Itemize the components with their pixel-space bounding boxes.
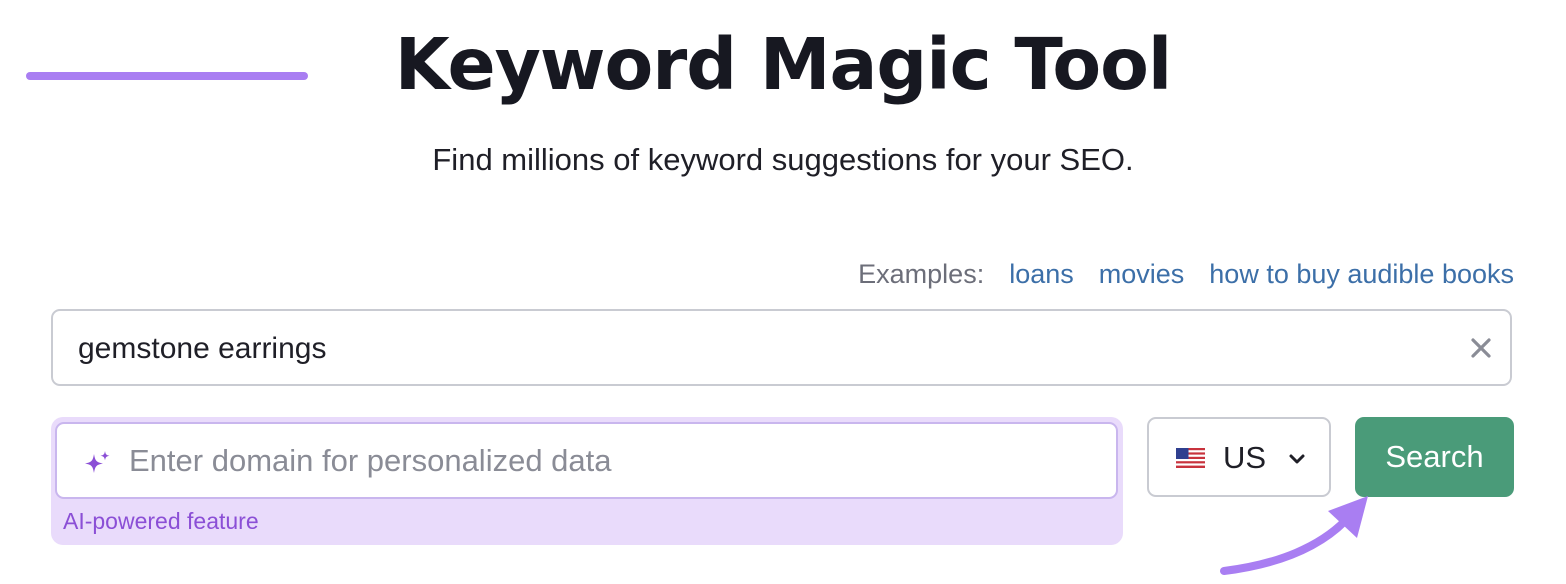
page-subtitle: Find millions of keyword suggestions for…: [432, 142, 1134, 177]
country-label: US: [1223, 440, 1267, 475]
chevron-down-icon: [1289, 454, 1305, 464]
close-icon[interactable]: [1466, 333, 1496, 363]
example-link-audible-books[interactable]: how to buy audible books: [1209, 259, 1514, 290]
keyword-highlight-underline: [26, 72, 308, 80]
ai-domain-panel: AI-powered feature: [51, 417, 1123, 545]
page-title: Keyword Magic Tool: [394, 23, 1173, 106]
domain-input[interactable]: [129, 440, 1099, 482]
example-link-movies[interactable]: movies: [1099, 259, 1185, 290]
keyword-input[interactable]: gemstone earrings: [51, 309, 1512, 386]
us-flag-icon: [1176, 448, 1205, 468]
examples-row: Examples: loans movies how to buy audibl…: [858, 255, 1514, 293]
keyword-magic-tool-page: Keyword Magic Tool Find millions of keyw…: [0, 0, 1566, 584]
keyword-input-value[interactable]: gemstone earrings: [78, 331, 326, 367]
examples-label: Examples:: [858, 258, 985, 289]
ai-powered-caption: AI-powered feature: [63, 508, 259, 534]
domain-field[interactable]: [55, 422, 1118, 499]
arrow-annotation-icon: [1220, 496, 1368, 575]
sparkle-icon: [85, 451, 110, 473]
search-button[interactable]: Search: [1355, 417, 1514, 497]
example-link-loans[interactable]: loans: [1009, 259, 1074, 290]
country-select[interactable]: US: [1147, 417, 1331, 497]
